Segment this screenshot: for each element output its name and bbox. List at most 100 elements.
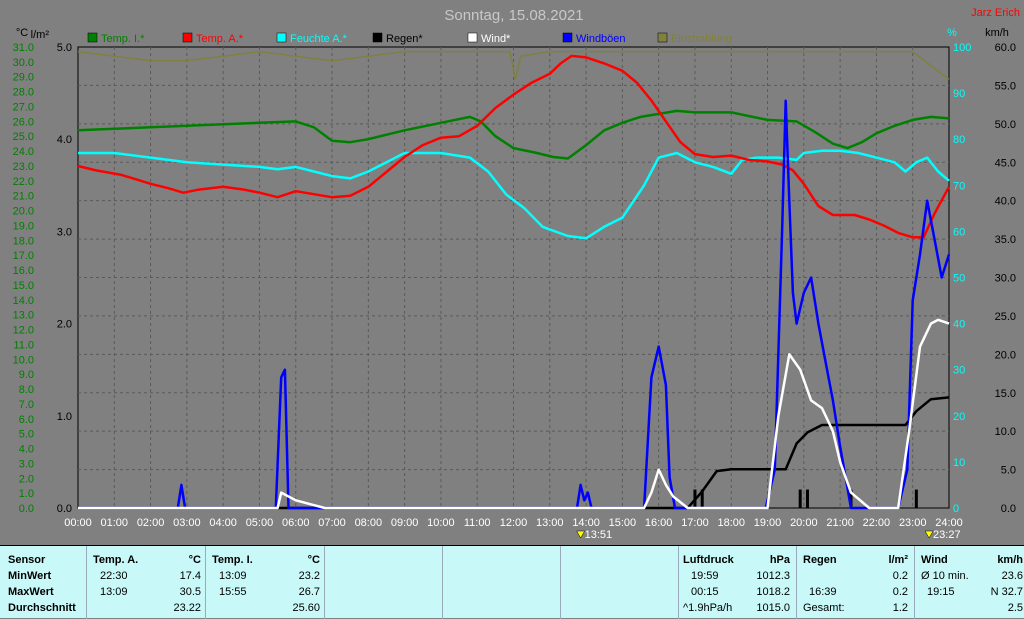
- time-tick-label: 09:00: [391, 517, 419, 529]
- humidity-tick-label: 40: [953, 319, 965, 331]
- humidity-axis-unit: %: [947, 27, 957, 39]
- temp-tick-label: 10.0: [13, 354, 34, 366]
- temp-tick-label: 21.0: [13, 191, 34, 203]
- temp-tick-label: 15.0: [13, 280, 34, 292]
- luftdruck-avg: 1015.0: [756, 602, 790, 614]
- temp-tick-label: 26.0: [13, 116, 34, 128]
- temp-tick-label: 18.0: [13, 235, 34, 247]
- wind-unit: km/h: [997, 554, 1023, 566]
- humidity-tick-label: 70: [953, 180, 965, 192]
- temp-tick-label: 1.0: [19, 488, 34, 500]
- regen-total: 1.2: [892, 602, 908, 614]
- time-tick-label: 13:00: [536, 517, 564, 529]
- regen-total-label: Gesamt:: [803, 602, 845, 614]
- empty-column-1: [324, 546, 442, 619]
- luftdruck-title: Luftdruck: [683, 554, 734, 566]
- luftdruck-unit: hPa: [769, 554, 790, 566]
- wind-tick-label: 60.0: [995, 42, 1016, 54]
- temp-a-min-time: 22:30: [100, 570, 128, 582]
- legend-swatch: [87, 32, 98, 43]
- temp-tick-label: 0.0: [19, 503, 34, 515]
- temp-tick-label: 6.0: [19, 414, 34, 426]
- humidity-tick-label: 90: [953, 88, 965, 100]
- temp-axis-unit: °C: [16, 27, 28, 39]
- temp-tick-label: 27.0: [13, 101, 34, 113]
- wind-tick-label: 20.0: [995, 349, 1016, 361]
- time-tick-label: 12:00: [500, 517, 528, 529]
- wind-tick-label: 45.0: [995, 157, 1016, 169]
- row-max-label: MaxWert: [8, 586, 54, 598]
- temp-tick-label: 2.0: [19, 473, 34, 485]
- sensor-column: Sensor MinWert MaxWert Durchschnitt: [0, 546, 85, 619]
- wind-r3-value: 2.5: [1007, 602, 1023, 614]
- time-tick-label: 16:00: [645, 517, 673, 529]
- wind-tick-label: 55.0: [995, 80, 1016, 92]
- time-tick-label: 14:00: [572, 517, 600, 529]
- time-tick-label: 10:00: [427, 517, 455, 529]
- rain-bar: [914, 489, 918, 508]
- luftdruck-trend: ^1.9hPa/h: [683, 602, 733, 614]
- time-tick-label: 15:00: [609, 517, 637, 529]
- wind-tick-label: 5.0: [1001, 465, 1016, 477]
- humidity-tick-label: 80: [953, 134, 965, 146]
- temp-tick-label: 30.0: [13, 57, 34, 69]
- humidity-tick-label: 100: [953, 42, 971, 54]
- legend-label: Windböen: [576, 33, 626, 45]
- wind-tick-label: 0.0: [1001, 503, 1016, 515]
- wind-title: Wind: [921, 554, 948, 566]
- legend-label: Temp. I.*: [101, 33, 145, 45]
- time-tick-label: 06:00: [282, 517, 310, 529]
- temp-i-min-time: 13:09: [219, 570, 247, 582]
- wind-tick-label: 15.0: [995, 388, 1016, 400]
- weather-chart: Sonntag, 15.08.2021 Jarz Erich Temp. I.*…: [0, 0, 1024, 545]
- temp-i-avg: 25.60: [292, 602, 320, 614]
- row-min-label: MinWert: [8, 570, 52, 582]
- luftdruck-max: 1018.2: [756, 586, 790, 598]
- luftdruck-min: 1012.3: [756, 570, 790, 582]
- marker-label: 13:51: [585, 529, 613, 541]
- temp-tick-label: 22.0: [13, 176, 34, 188]
- humidity-tick-label: 20: [953, 411, 965, 423]
- wind-axis-unit: km/h: [985, 27, 1009, 39]
- luftdruck-max-time: 00:15: [691, 586, 719, 598]
- time-tick-label: 21:00: [826, 517, 854, 529]
- temp-tick-label: 19.0: [13, 220, 34, 232]
- time-tick-label: 11:00: [464, 517, 491, 529]
- time-tick-label: 00:00: [64, 517, 92, 529]
- time-tick-label: 17:00: [681, 517, 709, 529]
- wind-tick-label: 10.0: [995, 426, 1016, 438]
- temp-i-column: Temp. I. °C 13:09 23.2 15:55 26.7 25.60: [205, 546, 324, 619]
- empty-column-3: [560, 546, 678, 619]
- temp-a-min: 17.4: [179, 570, 201, 582]
- temp-tick-label: 24.0: [13, 146, 34, 158]
- temp-tick-label: 28.0: [13, 87, 34, 99]
- legend-swatch: [467, 32, 478, 43]
- chart-title: Sonntag, 15.08.2021: [444, 7, 583, 24]
- regen-min: 0.2: [892, 570, 908, 582]
- temp-tick-label: 16.0: [13, 265, 34, 277]
- time-tick-label: 24:00: [935, 517, 963, 529]
- rain-axis-unit: l/m²: [31, 29, 50, 41]
- time-tick-label: 18:00: [717, 517, 745, 529]
- temp-tick-label: 3.0: [19, 458, 34, 470]
- regen-max-time: 16:39: [809, 586, 837, 598]
- row-avg-label: Durchschnitt: [8, 602, 76, 614]
- legend-label: Regen*: [386, 33, 423, 45]
- temp-tick-label: 31.0: [13, 42, 34, 54]
- time-tick-label: 23:00: [899, 517, 927, 529]
- time-tick-label: 01:00: [101, 517, 129, 529]
- legend-label: Einstrahlung: [671, 33, 732, 45]
- rain-tick-label: 2.0: [57, 319, 72, 331]
- temp-a-max: 30.5: [179, 586, 201, 598]
- legend-swatch: [372, 32, 383, 43]
- temp-a-column: Temp. A. °C 22:30 17.4 13:09 30.5 23.22: [86, 546, 205, 619]
- regen-column: Regen l/m² 0.2 16:39 0.2 Gesamt: 1.2: [796, 546, 914, 619]
- rain-tick-label: 5.0: [57, 42, 72, 54]
- rain-bar: [805, 489, 809, 508]
- time-tick-label: 07:00: [318, 517, 346, 529]
- wind-r2-value: N 32.7: [990, 586, 1023, 598]
- temp-tick-label: 20.0: [13, 206, 34, 218]
- rain-tick-label: 0.0: [57, 503, 72, 515]
- humidity-tick-label: 0: [953, 503, 959, 515]
- wind-tick-label: 25.0: [995, 311, 1016, 323]
